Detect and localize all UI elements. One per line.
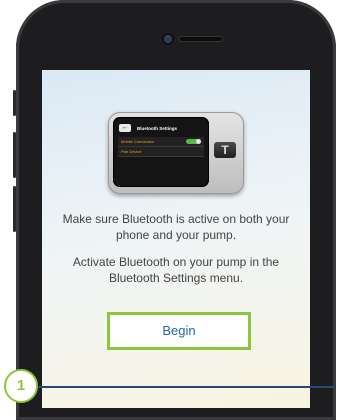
pump-display-title: Bluetooth Settings — [137, 125, 177, 131]
instruction-text-bluetooth-active: Make sure Bluetooth is active on both yo… — [62, 212, 290, 242]
pump-row-label: Pair Device — [121, 149, 142, 154]
toggle-on-icon — [186, 139, 201, 144]
step-number-badge: 1 — [4, 369, 38, 403]
instruction-text-activate-bluetooth: Activate Bluetooth on your pump in the B… — [72, 255, 280, 285]
insulin-pump-illustration: ← Bluetooth Settings Mobile Connection P… — [108, 112, 244, 194]
pump-row-mobile-connection: Mobile Connection — [118, 137, 204, 147]
pump-display: ← Bluetooth Settings Mobile Connection P… — [113, 117, 209, 187]
pump-t-button-icon: T — [214, 142, 236, 158]
begin-button[interactable]: Begin — [107, 312, 251, 350]
back-arrow-icon: ← — [119, 124, 131, 132]
pump-row-pair-device: Pair Device — [118, 147, 204, 157]
phone-screen: ← Bluetooth Settings Mobile Connection P… — [42, 70, 310, 408]
pump-row-label: Mobile Connection — [121, 139, 155, 144]
front-camera — [164, 35, 172, 43]
earpiece-speaker — [180, 37, 222, 41]
step-divider-line — [38, 386, 334, 388]
pump-display-header: ← Bluetooth Settings — [119, 123, 177, 133]
